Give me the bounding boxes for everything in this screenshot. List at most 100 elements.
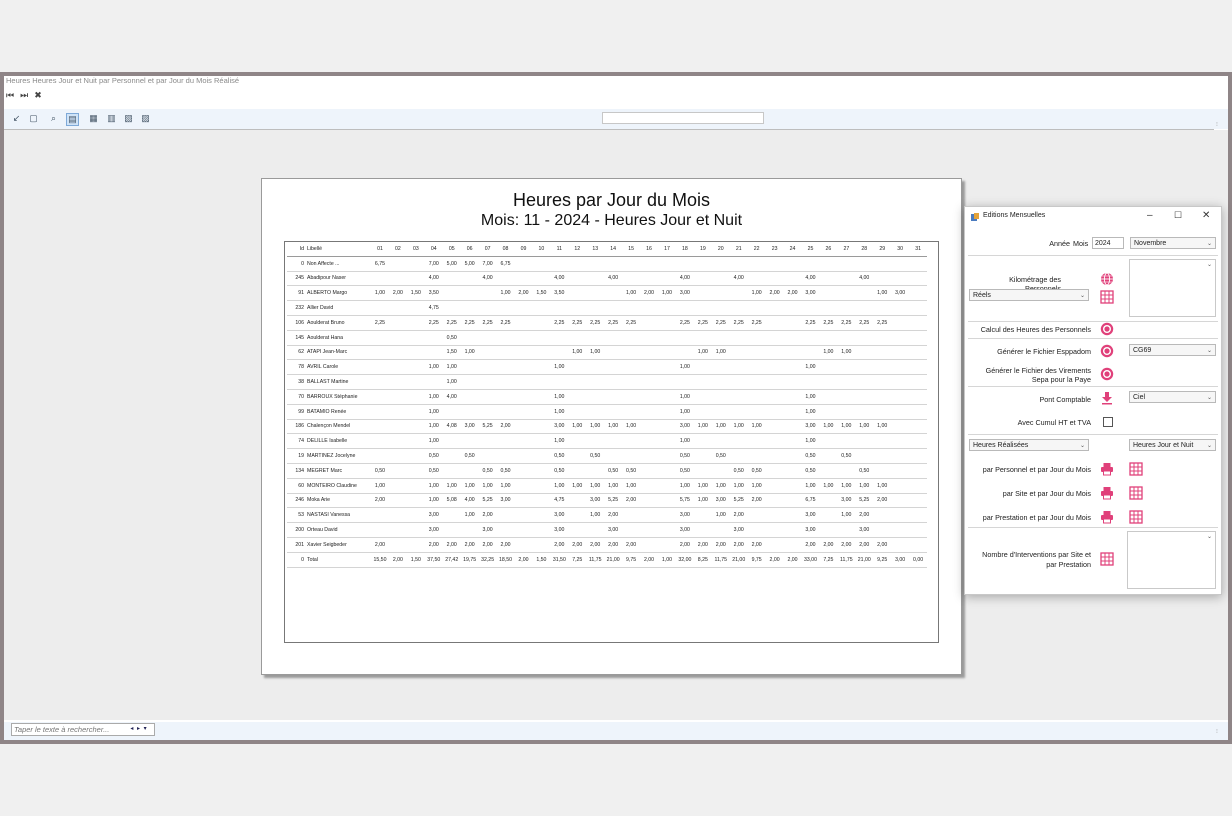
gear-icon[interactable] — [1100, 367, 1114, 381]
kilometrage-listbox[interactable]: ⌄ — [1129, 259, 1216, 317]
gear-icon[interactable] — [1100, 344, 1114, 358]
pont-comptable-select[interactable]: Ciel ⌄ — [1129, 391, 1216, 403]
page-setup-icon[interactable]: ▢ — [28, 113, 39, 124]
single-page-icon[interactable]: ▤ — [66, 113, 79, 126]
cell-hours: 1,00 — [873, 478, 892, 494]
cell-hours: 2,00 — [478, 507, 497, 524]
cell-id: 0 — [287, 256, 307, 272]
cell-hours — [765, 300, 784, 316]
cell-libelle: Total — [307, 552, 371, 568]
cell-hours: 3,50 — [550, 285, 569, 302]
grid-icon[interactable] — [1129, 486, 1143, 500]
cell-hours — [747, 433, 766, 450]
cell-hours — [729, 404, 748, 420]
cell-hours: 1,00 — [442, 478, 461, 494]
cell-hours — [514, 404, 533, 420]
reels-select[interactable]: Réels ⌄ — [969, 289, 1089, 301]
cell-hours — [855, 389, 874, 405]
layout-4-icon[interactable]: ▨ — [140, 113, 151, 124]
cell-hours: 27,42 — [442, 552, 461, 568]
cell-hours — [783, 315, 802, 331]
cell-hours — [658, 374, 676, 390]
gear-icon[interactable] — [1100, 322, 1114, 336]
cell-hours: 5,00 — [442, 256, 461, 272]
search-input[interactable] — [11, 723, 125, 736]
cell-hours — [819, 271, 838, 287]
print-icon[interactable] — [1100, 486, 1114, 500]
table-row: 78 AVRIL Carole 1,00 1,00 1,00 1,00 1,00 — [287, 359, 928, 376]
cell-hours — [604, 345, 623, 361]
close-dialog-icon[interactable]: ✕ — [1202, 210, 1210, 221]
heures-type-select[interactable]: Heures Réalisées ⌄ — [969, 439, 1089, 451]
grid-icon[interactable] — [1100, 552, 1114, 566]
cell-hours — [371, 433, 389, 450]
print-icon[interactable] — [1100, 462, 1114, 476]
cell-hours — [640, 433, 658, 450]
cell-hours — [747, 330, 766, 346]
layout-1-icon[interactable]: ▦ — [88, 113, 99, 124]
zoom-icon[interactable]: ⌕ — [48, 113, 59, 124]
cell-hours — [675, 300, 694, 316]
cell-hours: 1,00 — [586, 419, 605, 435]
layout-3-icon[interactable]: ▧ — [123, 113, 134, 124]
cell-hours — [783, 463, 802, 479]
cell-hours — [532, 359, 551, 376]
cell-hours — [442, 448, 461, 464]
chevron-down-icon: ⌄ — [1206, 241, 1212, 247]
minimize-icon[interactable]: – — [1147, 210, 1153, 221]
cell-hours — [747, 448, 766, 464]
cell-hours: 1,00 — [586, 478, 605, 494]
interventions-listbox[interactable]: ⌄ — [1127, 531, 1216, 589]
heures-mode-select[interactable]: Heures Jour et Nuit ⌄ — [1129, 439, 1216, 451]
col-header-day: 17 — [658, 242, 676, 257]
cell-hours — [388, 448, 407, 464]
cell-hours — [909, 330, 928, 346]
cell-hours — [640, 478, 658, 494]
cell-hours: 7,00 — [424, 256, 443, 272]
grid-icon[interactable] — [1129, 510, 1143, 524]
cell-hours: 1,00 — [424, 404, 443, 420]
cell-hours — [873, 300, 892, 316]
cell-hours — [388, 345, 407, 361]
mois-select[interactable]: Novembre ⌄ — [1130, 237, 1216, 249]
page-number-input[interactable] — [602, 112, 764, 124]
export-icon[interactable]: ↙ — [11, 113, 22, 124]
download-icon[interactable] — [1100, 391, 1114, 405]
print-icon[interactable] — [1100, 510, 1114, 524]
last-page-icon[interactable]: ⏭ — [20, 90, 28, 101]
grid-icon[interactable] — [1129, 462, 1143, 476]
cell-hours: 3,00 — [424, 507, 443, 524]
separator — [968, 386, 1218, 387]
cell-hours — [640, 493, 658, 509]
cumul-checkbox[interactable] — [1103, 417, 1113, 427]
cell-hours — [747, 404, 766, 420]
cell-hours — [658, 493, 676, 509]
cell-hours — [604, 359, 623, 376]
cell-hours — [478, 374, 497, 390]
first-page-icon[interactable]: ⏮ — [6, 90, 14, 101]
table-body: 0 Non Affecte ... 6,75 7,00 5,00 5,00 7,00 6,75… — [287, 256, 928, 568]
cell-hours: 2,00 — [622, 493, 641, 509]
cell-hours — [783, 448, 802, 464]
cell-hours: 2,00 — [640, 552, 658, 568]
cell-hours: 1,00 — [586, 507, 605, 524]
layout-2-icon[interactable]: ▥ — [106, 113, 117, 124]
cell-hours — [586, 359, 605, 376]
cell-hours — [586, 330, 605, 346]
cell-hours — [586, 285, 605, 302]
cell-hours — [891, 359, 910, 376]
cell-hours — [532, 256, 551, 272]
search-nav-buttons[interactable]: ◂ ▸ ▾ — [124, 723, 155, 736]
close-icon[interactable]: ✖ — [34, 90, 42, 101]
cell-libelle: Abadipour Naser — [307, 271, 371, 287]
grid-icon[interactable] — [1100, 290, 1114, 304]
globe-icon[interactable] — [1100, 272, 1114, 286]
cell-hours: 5,75 — [675, 493, 694, 509]
cell-hours: 1,00 — [622, 419, 641, 435]
cell-hours: 1,00 — [371, 478, 389, 494]
cell-hours — [406, 345, 425, 361]
maximize-icon[interactable]: ☐ — [1174, 210, 1182, 221]
annee-input[interactable]: 2024 — [1092, 237, 1124, 249]
esppadom-select[interactable]: CG69 ⌄ — [1129, 344, 1216, 356]
cell-hours: 0,50 — [837, 448, 856, 464]
